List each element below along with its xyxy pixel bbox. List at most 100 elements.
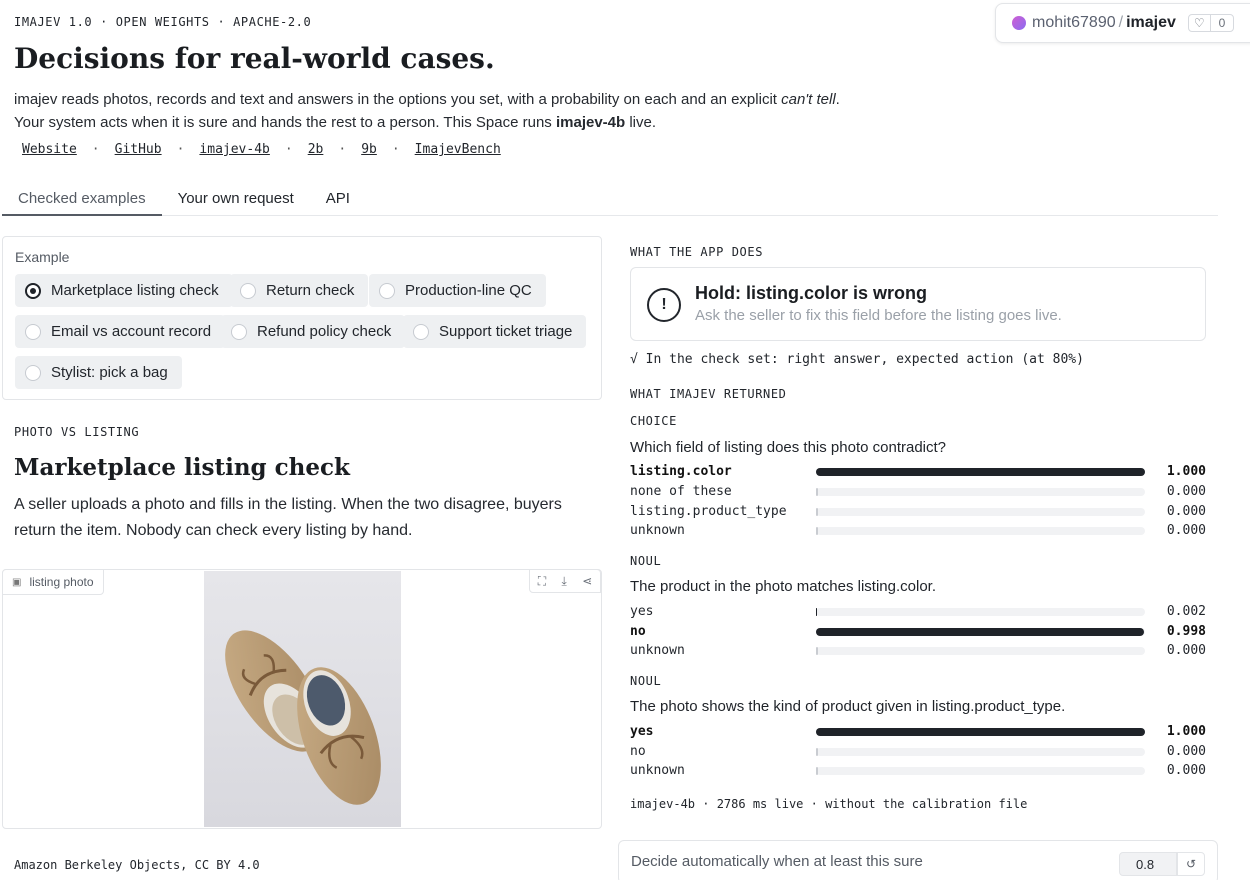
probability-track <box>816 488 1145 496</box>
probability-row: none of these 0.000 <box>630 483 1206 501</box>
link-website[interactable]: Website <box>22 142 77 157</box>
heart-icon: ♡ <box>1189 15 1211 31</box>
probability-track <box>816 748 1145 756</box>
link-row: Website · GitHub · imajev-4b · 2b · 9b ·… <box>22 142 501 157</box>
tab-your-own-request[interactable]: Your own request <box>162 186 310 216</box>
link-9b[interactable]: 9b <box>361 142 377 157</box>
probability-track <box>816 508 1145 516</box>
radio-indicator <box>413 323 429 340</box>
probability-row: yes 0.002 <box>630 603 1206 621</box>
share-icon[interactable]: ⋖ <box>582 574 592 588</box>
page-title: Decisions for real-world cases. <box>14 42 495 75</box>
row-value: 1.000 <box>1166 724 1206 739</box>
probability-fill <box>816 527 818 535</box>
threshold-control: Decide automatically when at least this … <box>618 840 1218 880</box>
eyebrow: IMAJEV 1.0 · OPEN WEIGHTS · APACHE-2.0 <box>14 15 312 29</box>
link-separator: · <box>91 142 100 157</box>
link-2b[interactable]: 2b <box>308 142 324 157</box>
action-headline: Hold: listing.color is wrong <box>695 283 927 303</box>
case-description: A seller uploads a photo and fills in th… <box>14 496 562 539</box>
radio-label: Refund policy check <box>257 323 392 340</box>
probability-fill <box>816 748 818 756</box>
probability-row: unknown 0.000 <box>630 522 1206 540</box>
row-label: yes <box>630 724 654 739</box>
radio-return-check[interactable]: Return check <box>230 274 369 307</box>
radio-support-ticket-triage[interactable]: Support ticket triage <box>403 315 587 348</box>
intro-part: live. <box>625 114 657 131</box>
radio-indicator <box>25 364 41 381</box>
row-value: 0.000 <box>1166 643 1206 658</box>
link-imajev-4b[interactable]: imajev-4b <box>199 142 269 157</box>
user-name[interactable]: mohit67890 <box>1032 14 1116 32</box>
row-value: 0.000 <box>1166 504 1206 519</box>
probability-fill <box>816 608 817 616</box>
tab-bar: Checked examples Your own request API <box>2 186 1218 216</box>
loafers-illustration <box>225 630 381 805</box>
probability-track <box>816 767 1145 775</box>
block-question: The photo shows the kind of product give… <box>630 698 1066 715</box>
listing-photo <box>204 571 401 827</box>
threshold-label: Decide automatically when at least this … <box>631 853 923 870</box>
probability-row: listing.product_type 0.000 <box>630 503 1206 521</box>
intro-text: imajev reads photos, records and text an… <box>14 88 844 134</box>
like-button[interactable]: ♡ 0 <box>1187 14 1235 32</box>
returned-eyebrow: WHAT IMAJEV RETURNED <box>630 387 787 401</box>
repo-name[interactable]: imajev <box>1126 14 1176 32</box>
probability-track <box>816 647 1145 655</box>
path-separator: / <box>1118 14 1124 31</box>
tab-checked-examples[interactable]: Checked examples <box>2 186 162 216</box>
user-badge[interactable]: mohit67890 / imajev ♡ 0 <box>995 3 1250 43</box>
probability-track <box>816 628 1145 636</box>
link-separator: · <box>391 142 400 157</box>
probability-row: yes 1.000 <box>630 723 1206 741</box>
row-label: no <box>630 624 646 639</box>
link-separator: · <box>176 142 185 157</box>
row-label: unknown <box>630 523 685 538</box>
radio-label: Email vs account record <box>51 323 212 340</box>
radio-label: Support ticket triage <box>439 323 573 340</box>
radio-label: Return check <box>266 282 355 299</box>
row-value: 0.000 <box>1166 484 1206 499</box>
case-eyebrow: PHOTO VS LISTING <box>14 425 140 439</box>
probability-row: no 0.998 <box>630 623 1206 641</box>
check-set-status: √ In the check set: right answer, expect… <box>630 352 1084 367</box>
link-imajevbench[interactable]: ImajevBench <box>415 142 501 157</box>
probability-track <box>816 608 1145 616</box>
radio-refund-policy-check[interactable]: Refund policy check <box>221 315 406 348</box>
probability-track <box>816 728 1145 736</box>
radio-label: Marketplace listing check <box>51 282 219 299</box>
probability-track <box>816 468 1145 476</box>
link-separator: · <box>338 142 347 157</box>
block-kind: NOUL <box>630 674 662 688</box>
image-icon: ▣ <box>12 576 22 588</box>
image-label-text: listing photo <box>29 575 94 589</box>
reset-icon[interactable]: ↺ <box>1177 852 1205 876</box>
radio-indicator <box>25 323 41 340</box>
probability-fill <box>816 488 818 496</box>
radio-label: Production-line QC <box>405 282 532 299</box>
intro-emphasis: can't tell <box>781 91 836 108</box>
row-value: 0.000 <box>1166 744 1206 759</box>
tab-api[interactable]: API <box>310 186 366 216</box>
threshold-input[interactable]: 0.8 <box>1119 852 1177 876</box>
link-separator: · <box>284 142 293 157</box>
probability-track <box>816 527 1145 535</box>
probability-row: listing.color 1.000 <box>630 463 1206 481</box>
radio-email-vs-account-record[interactable]: Email vs account record <box>15 315 226 348</box>
like-count: 0 <box>1218 16 1226 30</box>
block-question: Which field of listing does this photo c… <box>630 439 947 456</box>
download-icon[interactable]: ⤓ <box>562 574 567 589</box>
probability-row: unknown 0.000 <box>630 762 1206 780</box>
row-label: unknown <box>630 643 685 658</box>
link-github[interactable]: GitHub <box>115 142 162 157</box>
radio-indicator <box>240 282 256 299</box>
row-value: 0.000 <box>1166 763 1206 778</box>
image-label: ▣ listing photo <box>2 569 104 595</box>
radio-production-line-qc[interactable]: Production-line QC <box>369 274 546 307</box>
probability-fill <box>816 628 1145 636</box>
radio-stylist-pick-a-bag[interactable]: Stylist: pick a bag <box>15 356 182 389</box>
row-label: listing.product_type <box>630 504 787 519</box>
probability-row: unknown 0.000 <box>630 642 1206 660</box>
fullscreen-icon[interactable]: ⛶ <box>538 574 546 589</box>
radio-marketplace-listing-check[interactable]: Marketplace listing check <box>15 274 233 307</box>
